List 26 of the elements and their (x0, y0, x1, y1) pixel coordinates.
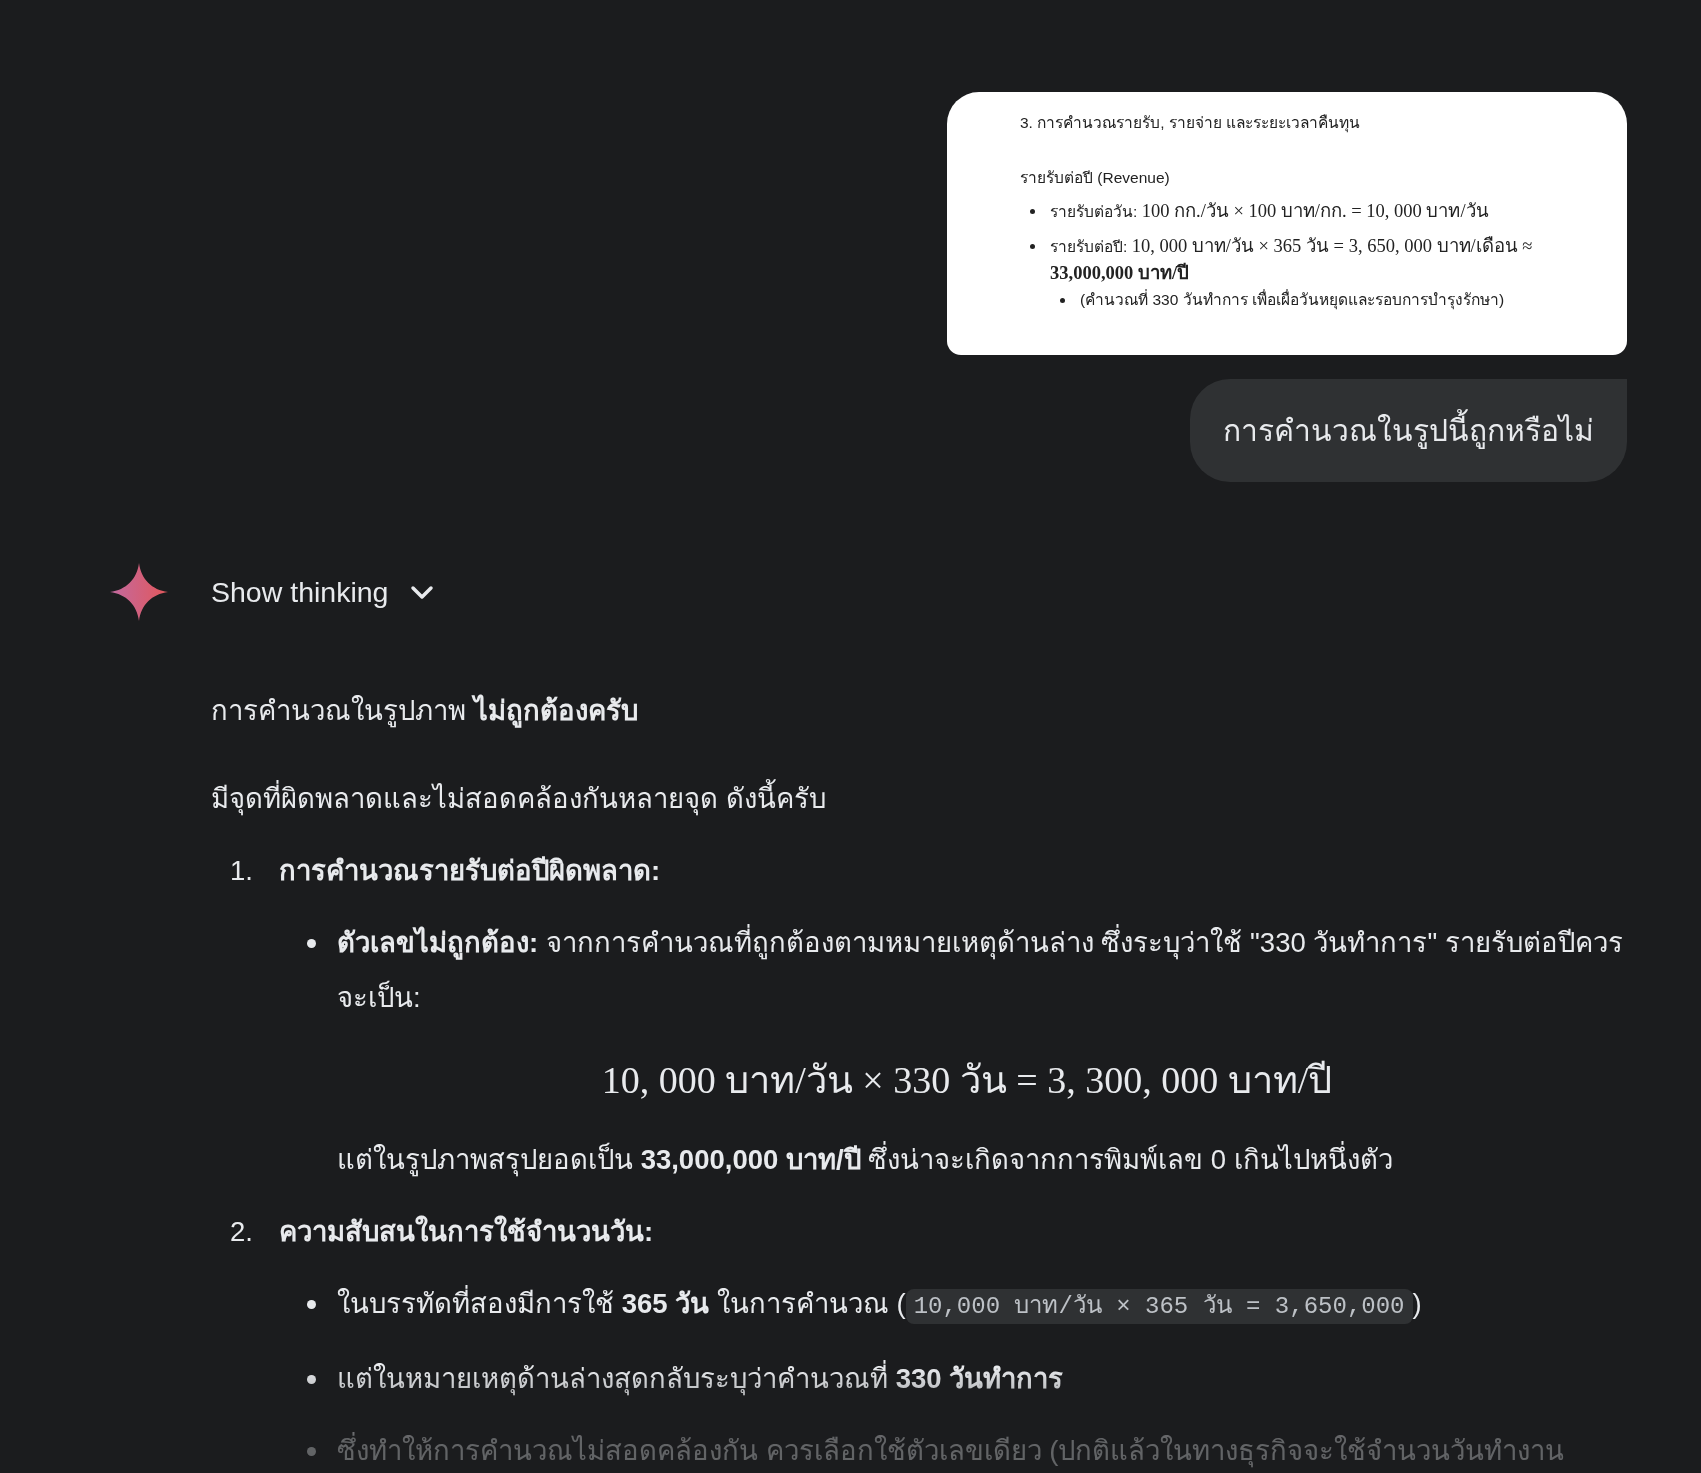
show-thinking-button[interactable]: Show thinking (211, 575, 437, 609)
code-snippet: 10,000 บาท/วัน × 365 วัน = 3,650,000 (905, 1289, 1413, 1324)
bullet-icon (307, 1447, 316, 1456)
list-heading: ความสับสนในการใช้จำนวนวัน: (278, 1214, 654, 1249)
note-text: (คำนวณที่ 330 วันทำการ เพื่อเผื่อวันหยุดและรอบการบำรุงรักษา) (1080, 291, 1505, 308)
math-formula: 10, 000 บาท/วัน × 330 วัน = 3, 300, 000 บาท/ปี (601, 1058, 1333, 1103)
bullet-icon (1060, 298, 1065, 303)
list-heading: การคำนวณรายรับต่อปีผิดพลาด: (278, 854, 661, 888)
attached-image[interactable] (947, 92, 1627, 355)
document-subheading: รายรับต่อปี (Revenue) (1020, 168, 1171, 188)
response-paragraph: มีจุดที่ผิดพลาดและไม่สอดคล้องกันหลายจุด ดังนี้ครับ (211, 771, 1627, 826)
response-paragraph: การคำนวณในรูปภาพ ไม่ถูกต้องครับ (211, 693, 639, 730)
bullet-icon (307, 939, 316, 948)
sparkle-icon (110, 563, 168, 621)
bullet-icon (307, 1375, 316, 1384)
user-message: การคำนวณในรูปนี้ถูกหรือไม่ (1190, 379, 1627, 482)
list-number: 1. (230, 854, 253, 888)
explanation-text: แต่ในรูปภาพสรุปยอดเป็น 33,000,000 บาท/ปี ซึ่งน่าจะเกิดจากการพิมพ์เลข 0 เกินไปหนึ่งตัว (337, 1132, 1627, 1187)
bullet-icon (1030, 209, 1035, 214)
bullet-icon (1030, 244, 1035, 249)
document-heading: 3. การคำนวณรายรับ, รายจ่าย และระยะเวลาคืนทุน (1020, 113, 1362, 135)
list-number: 2. (230, 1215, 253, 1249)
formula-text: รายรับต่อปี: 10, 000 บาท/วัน × 365 วัน = 3, 650, 000 บาท/เดือน ≈ 33,000,000 บาท/ปี (1050, 238, 1533, 282)
bullet-text: ) (1412, 1288, 1422, 1319)
formula-text: รายรับต่อวัน: 100 กก./วัน × 100 บาท/กก. = 10, 000 บาท/วัน (1050, 203, 1489, 220)
bullet-icon (307, 1300, 316, 1309)
